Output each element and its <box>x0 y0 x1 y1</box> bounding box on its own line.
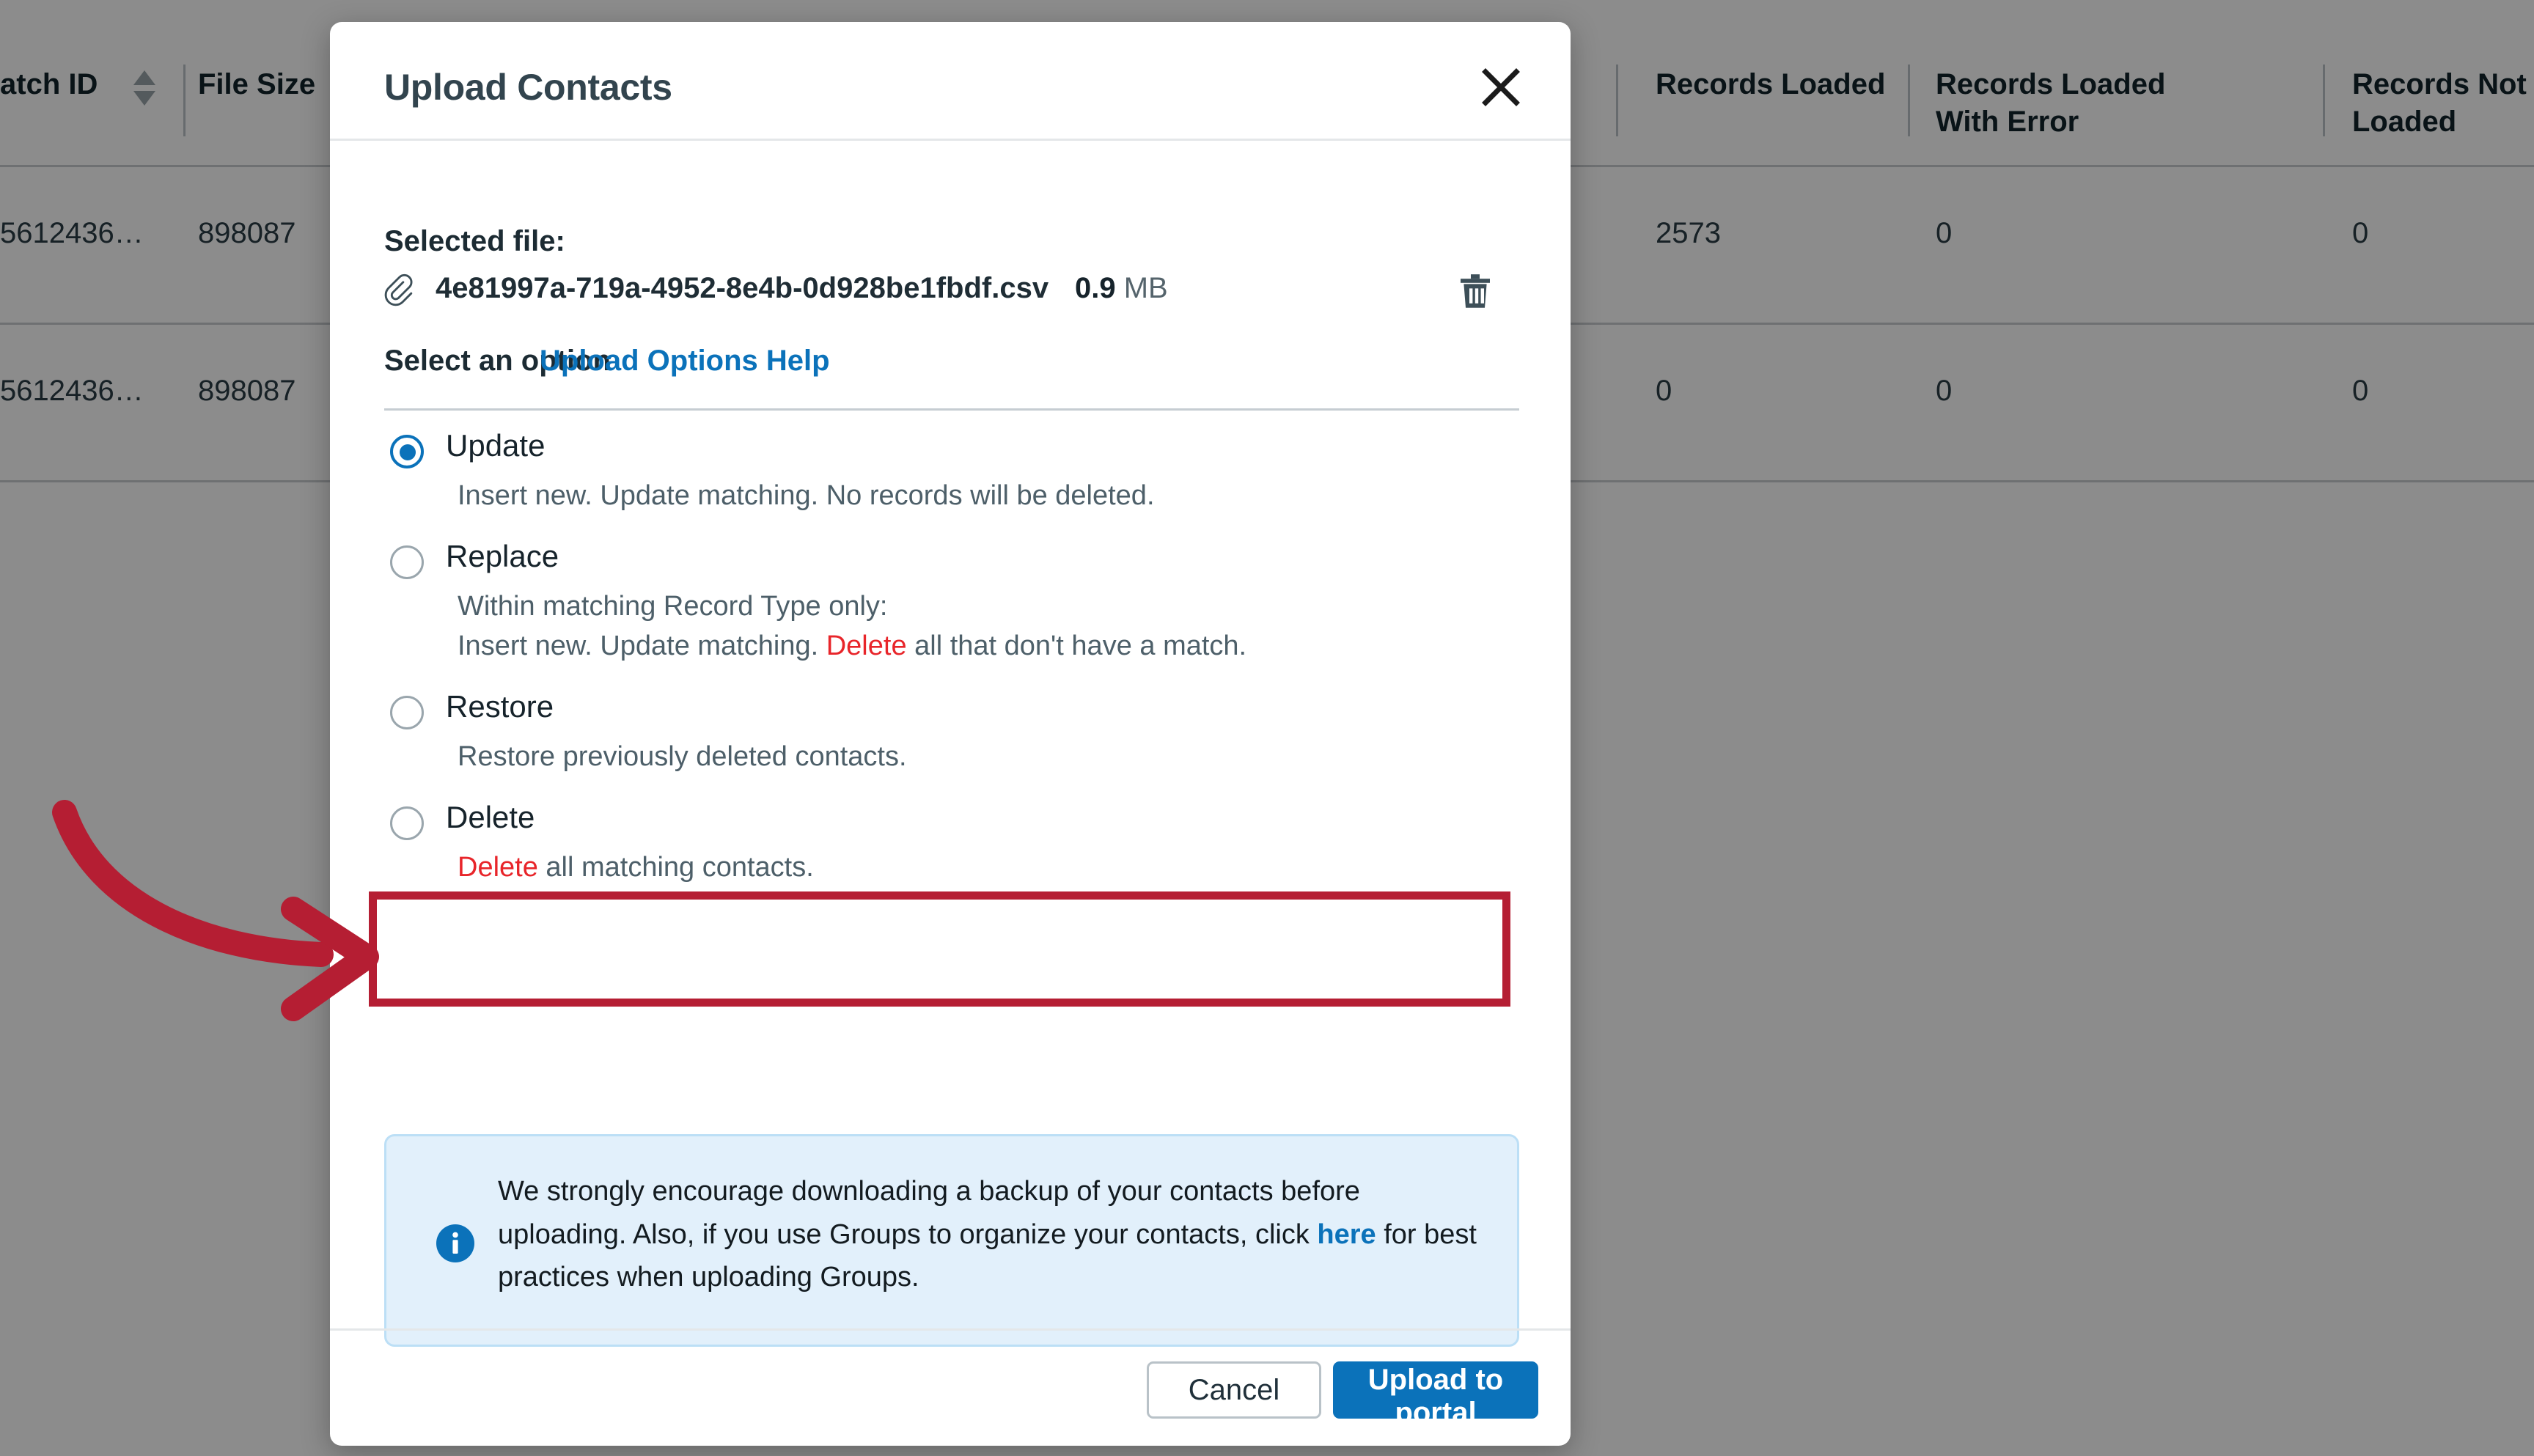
screen: atch ID File Size Records Loaded Records… <box>0 0 2534 1456</box>
info-icon <box>435 1223 476 1264</box>
upload-contacts-dialog: Upload Contacts Selected file: 4e81997a-… <box>330 22 1571 1446</box>
radio-button-restore[interactable] <box>390 696 424 730</box>
radio-description-replace: Insert new. Update matching. Delete all … <box>458 626 1519 666</box>
danger-text: Delete <box>826 630 907 662</box>
trash-icon <box>1461 273 1490 308</box>
best-practices-link[interactable]: here <box>1317 1219 1376 1250</box>
description-text: Restore previously deleted contacts. <box>458 741 907 773</box>
radio-description-delete: Delete all matching contacts. <box>458 848 1519 888</box>
dialog-body: Selected file: 4e81997a-719a-4952-8e4b-0… <box>330 141 1571 1347</box>
options-header: Select an option Upload Options Help <box>384 345 1516 408</box>
description-text: Insert new. Update matching. <box>458 630 826 662</box>
cancel-button[interactable]: Cancel <box>1147 1361 1321 1419</box>
selected-file-name: 4e81997a-719a-4952-8e4b-0d928be1fbdf.csv <box>436 272 1049 304</box>
radio-option-header: Delete <box>384 800 1519 848</box>
radio-option-update[interactable]: Update Insert new. Update matching. No re… <box>384 428 1519 516</box>
radio-option-header: Replace <box>384 539 1519 587</box>
dialog-header: Upload Contacts <box>330 22 1571 141</box>
radio-button-delete[interactable] <box>390 806 424 840</box>
radio-option-restore[interactable]: Restore Restore previously deleted contac… <box>384 689 1519 777</box>
radio-label-delete[interactable]: Delete <box>446 800 535 835</box>
radio-description-replace: Within matching Record Type only: <box>458 587 1519 627</box>
radio-label-restore[interactable]: Restore <box>446 689 554 724</box>
radio-description-update: Insert new. Update matching. No records … <box>458 476 1519 516</box>
radio-option-header: Update <box>384 428 1519 476</box>
dialog-footer: Cancel Upload to portal <box>330 1328 1571 1446</box>
radio-label-replace[interactable]: Replace <box>446 539 559 574</box>
paperclip-icon <box>384 273 416 310</box>
selected-file-size: 0.9 MB <box>1075 272 1168 304</box>
remove-file-button[interactable] <box>1455 268 1496 316</box>
radio-button-update[interactable] <box>390 435 424 468</box>
upload-option-radio-group: Update Insert new. Update matching. No re… <box>384 428 1519 888</box>
radio-label-update[interactable]: Update <box>446 428 545 463</box>
backup-notice-text: We strongly encourage downloading a back… <box>498 1170 1485 1299</box>
radio-option-delete[interactable]: Delete Delete all matching contacts. <box>384 800 1519 888</box>
description-text: Insert new. Update matching. No records … <box>458 480 1155 511</box>
radio-option-replace[interactable]: Replace Within matching Record Type only:… <box>384 539 1519 666</box>
divider <box>384 408 1519 411</box>
dialog-title: Upload Contacts <box>384 67 672 108</box>
description-text: all that don't have a match. <box>906 630 1247 662</box>
upload-to-portal-button[interactable]: Upload to portal <box>1333 1361 1538 1429</box>
description-text: Within matching Record Type only: <box>458 590 888 622</box>
radio-button-replace[interactable] <box>390 545 424 579</box>
selected-file-label: Selected file: <box>384 225 565 257</box>
backup-notice: We strongly encourage downloading a back… <box>384 1134 1519 1347</box>
radio-description-restore: Restore previously deleted contacts. <box>458 737 1519 777</box>
upload-options-help-link[interactable]: Upload Options Help <box>540 345 830 378</box>
close-icon[interactable] <box>1477 63 1525 111</box>
radio-option-header: Restore <box>384 689 1519 737</box>
description-text: all matching contacts. <box>537 851 814 883</box>
notice-text: We strongly encourage downloading a back… <box>498 1176 1360 1250</box>
danger-text: Delete <box>458 851 538 883</box>
selected-file-row: 4e81997a-719a-4952-8e4b-0d928be1fbdf.csv… <box>384 268 1516 320</box>
